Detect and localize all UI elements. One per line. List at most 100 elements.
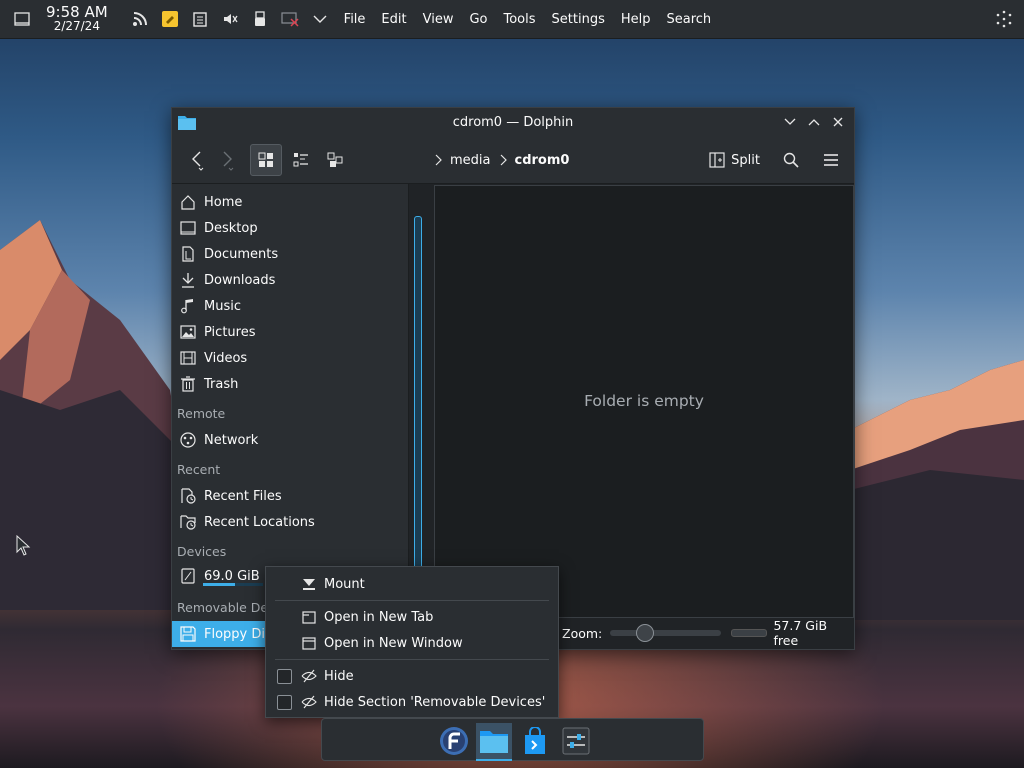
places-label-home: Home <box>204 194 243 210</box>
maximize-button[interactable] <box>804 112 824 132</box>
hide-section-checkbox[interactable] <box>277 694 292 710</box>
network-icon <box>179 431 197 449</box>
menu-item-hide-label: Hide <box>324 668 354 684</box>
places-item-recent-locations[interactable]: Recent Locations <box>172 509 408 535</box>
usb-icon[interactable] <box>248 7 272 31</box>
floppy-icon <box>179 625 197 643</box>
drive-icon <box>179 567 197 585</box>
breadcrumb-cdrom0[interactable]: cdrom0 <box>515 153 570 168</box>
menu-item-hide-section[interactable]: Hide Section 'Removable Devices' <box>266 689 558 715</box>
back-button[interactable] <box>182 145 212 175</box>
places-label-desktop: Desktop <box>204 220 258 236</box>
places-item-downloads[interactable]: Downloads <box>172 267 408 293</box>
digital-clock[interactable]: 9:58 AM 2/27/24 <box>46 3 108 34</box>
compact-view-button[interactable] <box>286 145 316 175</box>
menu-search[interactable]: Search <box>659 12 720 27</box>
split-button[interactable]: Split <box>703 145 766 175</box>
home-icon <box>179 193 197 211</box>
menu-item-mount[interactable]: Mount <box>266 571 558 597</box>
zoom-slider-handle[interactable] <box>636 624 655 642</box>
main-toolbar: media cdrom0 Split <box>172 137 854 184</box>
new-window-icon <box>301 635 317 651</box>
context-menu: Mount Open in New Tab Open in New Window… <box>265 566 559 718</box>
icons-view-button[interactable] <box>250 144 282 176</box>
split-icon <box>709 152 725 168</box>
system-tray-icon[interactable] <box>992 7 1016 31</box>
places-item-home[interactable]: Home <box>172 189 408 215</box>
free-space-label: 57.7 GiB free <box>773 618 828 648</box>
clock-time: 9:58 AM <box>46 3 108 21</box>
pictures-icon <box>179 323 197 341</box>
global-menu-bar: File Edit View Go Tools Settings Help Se… <box>336 12 720 27</box>
places-item-documents[interactable]: Documents <box>172 241 408 267</box>
hamburger-menu-button[interactable] <box>816 145 846 175</box>
close-button[interactable] <box>828 112 848 132</box>
details-view-button[interactable] <box>320 145 350 175</box>
menu-view[interactable]: View <box>415 12 462 27</box>
split-label: Split <box>731 152 760 168</box>
mouse-cursor-icon <box>16 535 31 556</box>
trash-icon <box>179 375 197 393</box>
chevron-down-icon[interactable] <box>308 7 332 31</box>
menu-go[interactable]: Go <box>461 12 495 27</box>
dolphin-icon[interactable] <box>476 723 512 761</box>
breadcrumb-media[interactable]: media <box>450 153 491 168</box>
top-panel: 9:58 AM 2/27/24 File Edit View Go Tools … <box>0 0 1024 39</box>
hamburger-icon <box>824 154 838 166</box>
places-label-music: Music <box>204 298 241 314</box>
places-label-downloads: Downloads <box>204 272 276 288</box>
volume-muted-icon[interactable] <box>218 7 242 31</box>
places-section-recent[interactable]: Recent <box>177 462 220 477</box>
chevron-right-icon <box>500 154 507 166</box>
window-titlebar[interactable]: cdrom0 — Dolphin <box>172 108 854 137</box>
search-button[interactable] <box>776 145 806 175</box>
menu-help[interactable]: Help <box>613 12 659 27</box>
places-item-network[interactable]: Network <box>172 427 408 453</box>
fedora-launcher-icon[interactable] <box>436 723 472 759</box>
places-item-trash[interactable]: Trash <box>172 371 408 397</box>
hide-checkbox[interactable] <box>277 668 292 684</box>
free-space-bar <box>731 629 768 637</box>
recent-locations-icon <box>179 513 197 531</box>
places-item-videos[interactable]: Videos <box>172 345 408 371</box>
menu-tools[interactable]: Tools <box>496 12 544 27</box>
menu-edit[interactable]: Edit <box>373 12 414 27</box>
system-settings-icon[interactable] <box>558 723 594 759</box>
places-section-removable[interactable]: Removable Dev <box>177 600 275 615</box>
places-label-pictures: Pictures <box>204 324 256 340</box>
menu-separator <box>275 659 549 660</box>
menu-separator <box>275 600 549 601</box>
drive-usage-bar <box>203 583 263 586</box>
clipboard-icon[interactable] <box>188 7 212 31</box>
network-disconnected-icon[interactable] <box>278 7 302 31</box>
places-item-music[interactable]: Music <box>172 293 408 319</box>
places-item-recent-files[interactable]: Recent Files <box>172 483 408 509</box>
menu-item-open-new-window[interactable]: Open in New Window <box>266 630 558 656</box>
zoom-slider[interactable] <box>610 624 722 642</box>
videos-icon <box>179 349 197 367</box>
places-section-remote[interactable]: Remote <box>177 406 225 421</box>
places-label-videos: Videos <box>204 350 248 366</box>
forward-button[interactable] <box>212 145 242 175</box>
hidden-icon <box>301 694 317 710</box>
places-scrollbar[interactable] <box>414 216 422 570</box>
notes-icon[interactable] <box>158 7 182 31</box>
places-section-devices[interactable]: Devices <box>177 544 226 559</box>
discover-icon[interactable] <box>517 723 553 759</box>
places-item-pictures[interactable]: Pictures <box>172 319 408 345</box>
taskbar <box>321 718 704 761</box>
places-item-desktop[interactable]: Desktop <box>172 215 408 241</box>
file-view[interactable]: Folder is empty <box>434 185 854 618</box>
mount-icon <box>301 576 317 592</box>
menu-item-hide[interactable]: Hide <box>266 663 558 689</box>
menu-item-open-new-tab[interactable]: Open in New Tab <box>266 604 558 630</box>
breadcrumb: media cdrom0 <box>434 137 569 183</box>
search-icon <box>783 152 799 168</box>
minimize-button[interactable] <box>780 112 800 132</box>
show-desktop-icon[interactable] <box>10 7 34 31</box>
menu-settings[interactable]: Settings <box>544 12 613 27</box>
mountain-right-image <box>850 360 1024 620</box>
menu-item-hide-section-label: Hide Section 'Removable Devices' <box>324 694 546 710</box>
menu-file[interactable]: File <box>336 12 374 27</box>
rss-icon[interactable] <box>128 7 152 31</box>
